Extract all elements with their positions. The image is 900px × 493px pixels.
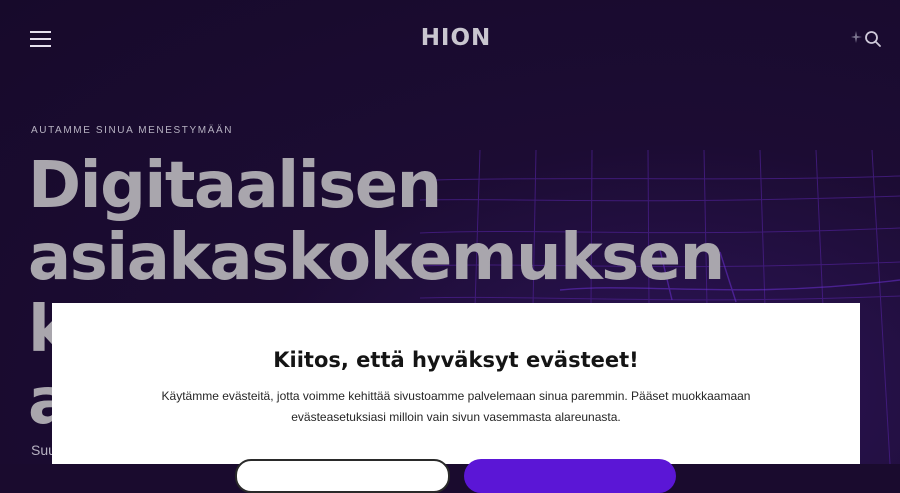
sparkle-icon[interactable] bbox=[851, 30, 863, 46]
cookie-accept-button[interactable] bbox=[464, 459, 676, 493]
headline-line: Digitaalisen bbox=[28, 149, 442, 223]
cookie-consent-dialog: Kiitos, että hyväksyt evästeet! Käytämme… bbox=[52, 303, 860, 493]
top-navigation-bar: HION bbox=[0, 0, 900, 80]
site-logo[interactable]: HION bbox=[0, 25, 900, 51]
search-icon[interactable] bbox=[864, 30, 882, 48]
headline-line: asiakaskokemuksen bbox=[28, 221, 725, 295]
cookie-dialog-body: Käytämme evästeitä, jotta voimme kehittä… bbox=[161, 389, 751, 424]
cookie-settings-button[interactable] bbox=[235, 459, 450, 493]
cookie-dialog-title: Kiitos, että hyväksyt evästeet! bbox=[273, 348, 639, 372]
hero-eyebrow: AUTAMME SINUA MENESTYMÄÄN bbox=[31, 125, 234, 136]
